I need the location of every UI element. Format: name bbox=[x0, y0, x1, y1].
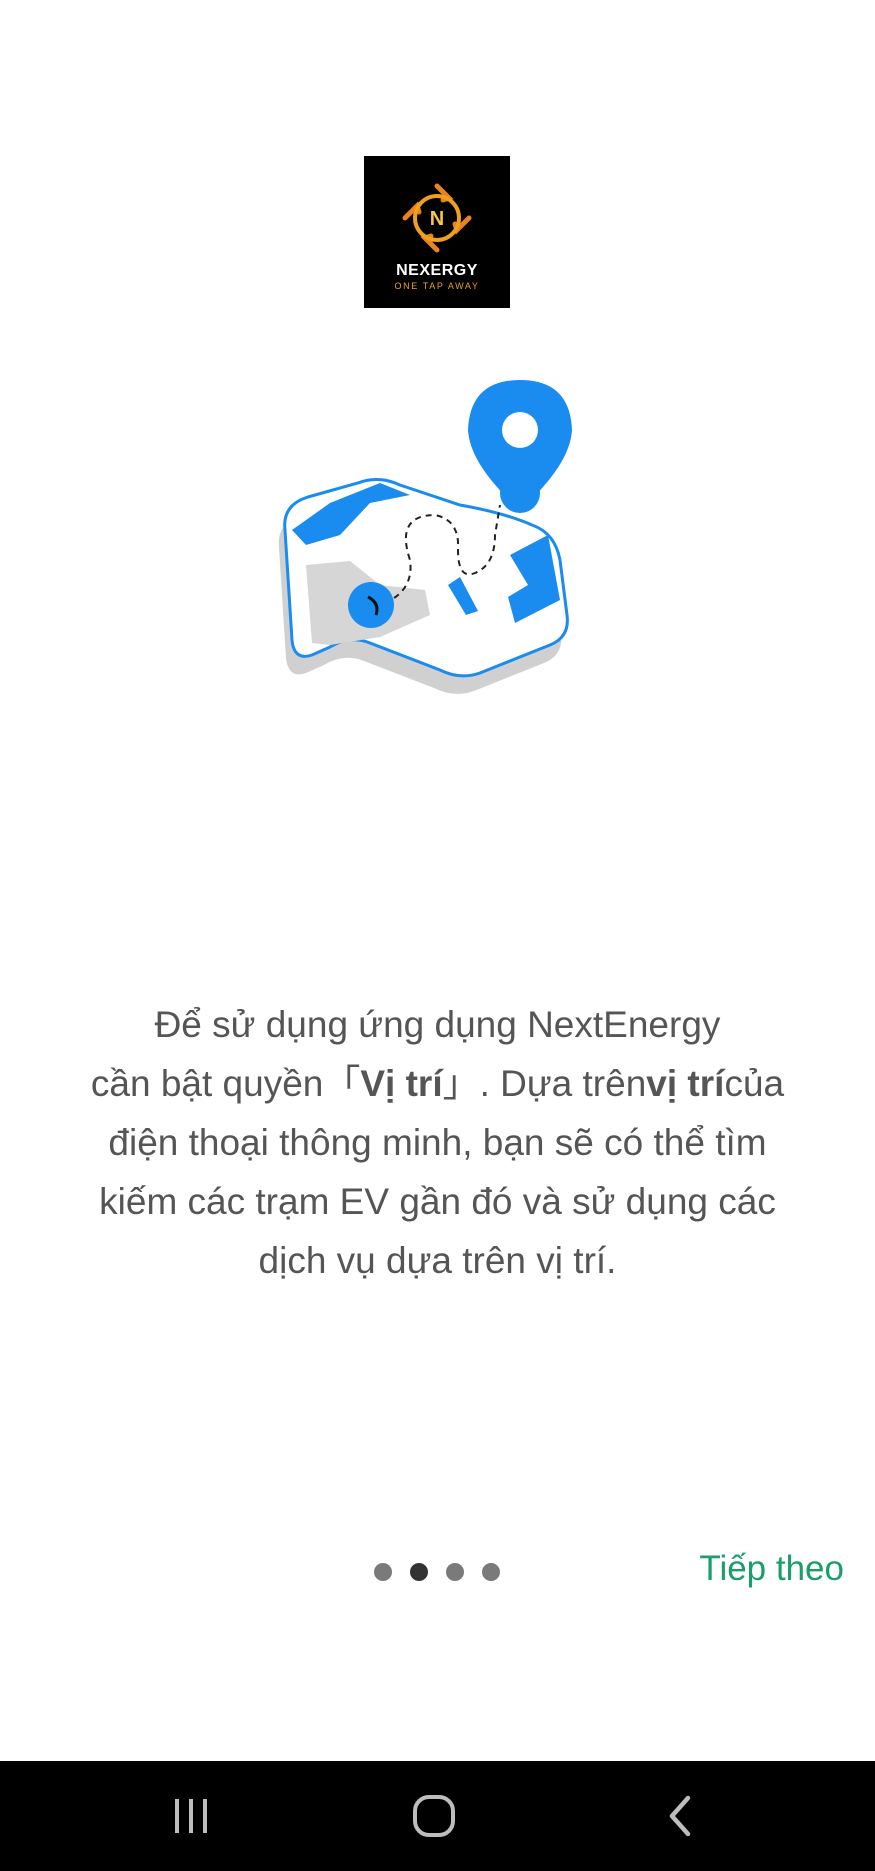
home-button[interactable] bbox=[374, 1761, 494, 1871]
permission-onboarding-screen: N NEXERGY ONE TAP AWAY Để sử dụng ứng dụ… bbox=[0, 0, 875, 1871]
permission-description: Để sử dụng ứng dụng NextEnergy cần bật q… bbox=[40, 995, 835, 1290]
system-navigation-bar bbox=[0, 1761, 875, 1871]
next-button[interactable]: Tiếp theo bbox=[699, 1549, 844, 1589]
page-dot-2-active bbox=[410, 1563, 428, 1581]
message-line-5: dịch vụ dựa trên vị trí. bbox=[258, 1240, 617, 1281]
message-line-3: điện thoại thông minh, bạn sẽ có thể tìm bbox=[108, 1122, 767, 1163]
logo-tagline: ONE TAP AWAY bbox=[394, 281, 480, 291]
message-line-1: Để sử dụng ứng dụng NextEnergy bbox=[154, 1004, 721, 1045]
message-line-2-end: của bbox=[724, 1063, 785, 1104]
recents-icon bbox=[175, 1799, 207, 1833]
logo-emblem-icon: N bbox=[402, 183, 472, 253]
message-line-2-start: cần bật quyền「 bbox=[90, 1063, 361, 1104]
message-line-2-middle: 」. Dựa trên bbox=[442, 1063, 647, 1104]
location-keyword-bracketed: Vị trí bbox=[360, 1063, 443, 1104]
map-location-icon bbox=[270, 375, 610, 715]
location-keyword: vị trí bbox=[646, 1063, 725, 1104]
message-line-4: kiếm các trạm EV gần đó và sử dụng các bbox=[99, 1181, 776, 1222]
page-dot-4 bbox=[482, 1563, 500, 1581]
back-icon bbox=[669, 1795, 691, 1837]
recents-button[interactable] bbox=[131, 1761, 251, 1871]
nexergy-logo: N NEXERGY ONE TAP AWAY bbox=[364, 156, 510, 308]
logo-brand-text: NEXERGY bbox=[396, 262, 478, 279]
page-dot-1 bbox=[374, 1563, 392, 1581]
home-icon bbox=[413, 1795, 455, 1837]
page-indicator bbox=[374, 1563, 500, 1581]
page-dot-3 bbox=[446, 1563, 464, 1581]
logo-letter: N bbox=[430, 208, 444, 230]
back-button[interactable] bbox=[620, 1761, 740, 1871]
message-line-2: cần bật quyền「Vị trí」. Dựa trênvị trícủa bbox=[40, 1054, 835, 1113]
